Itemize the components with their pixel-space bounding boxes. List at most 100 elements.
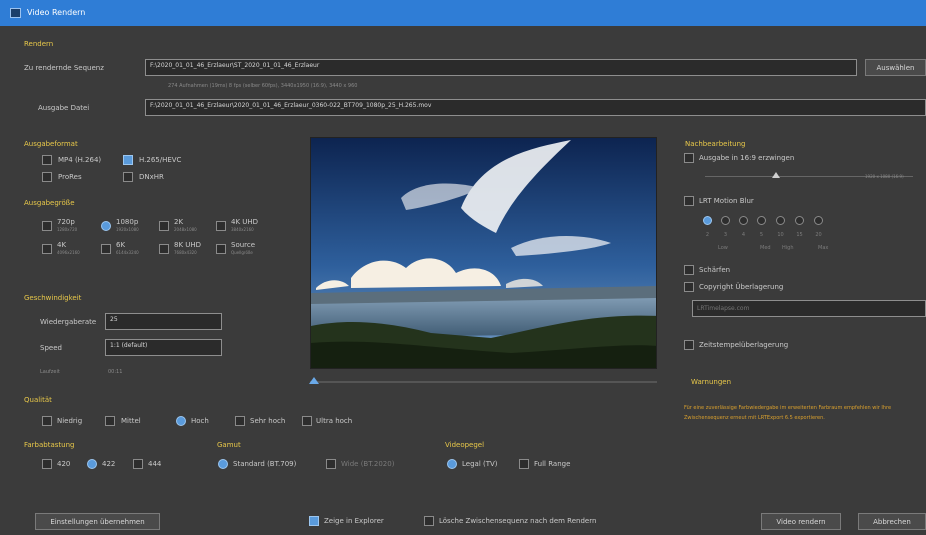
format-dnxhr-label: DNxHR: [139, 173, 164, 181]
levels-full-checkbox[interactable]: [519, 459, 529, 469]
size-4k-label: 4K: [57, 241, 67, 249]
blur-20-radio[interactable]: [814, 216, 823, 225]
size-1080p-label: 1080p: [116, 218, 139, 226]
fps-input[interactable]: 25: [105, 313, 222, 330]
cancel-button[interactable]: Abbrechen: [858, 513, 926, 530]
crop-slider-thumb[interactable]: [772, 172, 780, 178]
sequence-field[interactable]: F:\2020_01_01_46_Erzlaeur\ST_2020_01_01_…: [145, 59, 857, 76]
chroma-444-checkbox[interactable]: [133, 459, 143, 469]
blur-scale-low: Low: [718, 245, 728, 251]
gamut-standard-radio[interactable]: [218, 459, 228, 469]
quality-high-radio[interactable]: [176, 416, 186, 426]
show-explorer-label: Zeige in Explorer: [324, 517, 384, 525]
delete-intermediate-label: Lösche Zwischensequenz nach dem Rendern: [439, 517, 597, 525]
quality-very-high-label: Sehr hoch: [250, 417, 286, 425]
quality-mid-label: Mittel: [121, 417, 141, 425]
blur-scale-med: Med: [760, 245, 771, 251]
quality-low-checkbox[interactable]: [42, 416, 52, 426]
gamut-standard-label: Standard (BT.709): [233, 460, 297, 468]
size-8kuhd-checkbox[interactable]: [159, 244, 169, 254]
render-section-title: Rendern: [24, 40, 54, 48]
blur-scale-high: High: [782, 245, 794, 251]
speed-label: Speed: [40, 344, 62, 352]
size-720p-label: 720p: [57, 218, 75, 226]
blur-15-radio[interactable]: [795, 216, 804, 225]
speed-select[interactable]: 1:1 (default): [105, 339, 222, 356]
size-source-sub: Quellgröße: [231, 250, 253, 255]
motion-blur-checkbox[interactable]: [684, 196, 694, 206]
blur-step-5: 5: [759, 232, 764, 238]
timeline-track[interactable]: [310, 381, 657, 383]
size-720p-checkbox[interactable]: [42, 221, 52, 231]
blur-3-radio[interactable]: [721, 216, 730, 225]
select-sequence-button[interactable]: Auswählen: [865, 59, 926, 76]
timestamp-checkbox[interactable]: [684, 340, 694, 350]
landscape-preview: [311, 138, 656, 368]
chroma-422-label: 422: [102, 460, 116, 468]
sequence-info: 274 Aufnahmen (19ms) 8 fps (selber 60fps…: [168, 83, 358, 89]
quality-high-label: Hoch: [191, 417, 209, 425]
format-dnxhr-checkbox[interactable]: [123, 172, 133, 182]
blur-4-radio[interactable]: [739, 216, 748, 225]
duration-label: Laufzeit: [40, 369, 60, 375]
blur-10-radio[interactable]: [776, 216, 785, 225]
quality-section-title: Qualität: [24, 396, 52, 404]
render-video-button[interactable]: Video rendern: [761, 513, 841, 530]
size-4kuhd-checkbox[interactable]: [216, 221, 226, 231]
size-6k-checkbox[interactable]: [101, 244, 111, 254]
timeline-handle[interactable]: [309, 377, 319, 384]
apply-settings-button[interactable]: Einstellungen übernehmen: [35, 513, 160, 530]
format-section-title: Ausgabeformat: [24, 140, 78, 148]
format-mp4-checkbox[interactable]: [42, 155, 52, 165]
blur-5-radio[interactable]: [757, 216, 766, 225]
size-4k-checkbox[interactable]: [42, 244, 52, 254]
chroma-420-label: 420: [57, 460, 71, 468]
format-hevc-checkbox[interactable]: [123, 155, 133, 165]
show-explorer-checkbox[interactable]: [309, 516, 319, 526]
levels-legal-radio[interactable]: [447, 459, 457, 469]
blur-step-20: 20: [815, 232, 822, 238]
size-section-title: Ausgabegröße: [24, 199, 75, 207]
size-4k-sub: 4096x2160: [57, 250, 80, 255]
copyright-text-input[interactable]: [692, 300, 926, 317]
levels-legal-label: Legal (TV): [462, 460, 498, 468]
size-source-checkbox[interactable]: [216, 244, 226, 254]
copyright-checkbox[interactable]: [684, 282, 694, 292]
copyright-label: Copyright Überlagerung: [699, 283, 784, 291]
blur-step-10: 10: [777, 232, 784, 238]
crop-16-9-checkbox[interactable]: [684, 153, 694, 163]
size-6k-label: 6K: [116, 241, 126, 249]
chroma-422-radio[interactable]: [87, 459, 97, 469]
format-prores-checkbox[interactable]: [42, 172, 52, 182]
crop-16-9-label: Ausgabe in 16:9 erzwingen: [699, 154, 795, 162]
delete-intermediate-checkbox[interactable]: [424, 516, 434, 526]
size-8kuhd-sub: 7680x4320: [174, 250, 197, 255]
output-file-field[interactable]: F:\2020_01_01_46_Erzlaeur\2020_01_01_46_…: [145, 99, 926, 116]
chroma-420-checkbox[interactable]: [42, 459, 52, 469]
gamut-wide-checkbox[interactable]: [326, 459, 336, 469]
quality-very-high-checkbox[interactable]: [235, 416, 245, 426]
warnings-section-title: Warnungen: [691, 378, 732, 386]
post-section-title: Nachbearbeitung: [685, 140, 746, 148]
format-mp4-label: MP4 (H.264): [58, 156, 102, 164]
quality-ultra-checkbox[interactable]: [302, 416, 312, 426]
app-icon: [10, 8, 21, 18]
size-1080p-radio[interactable]: [101, 221, 111, 231]
size-2k-checkbox[interactable]: [159, 221, 169, 231]
size-4kuhd-label: 4K UHD: [231, 218, 259, 226]
quality-ultra-label: Ultra hoch: [316, 417, 353, 425]
blur-2-radio[interactable]: [703, 216, 712, 225]
chroma-444-label: 444: [148, 460, 162, 468]
sharpen-checkbox[interactable]: [684, 265, 694, 275]
window-title: Video Rendern: [27, 8, 86, 17]
size-6k-sub: 6144x3240: [116, 250, 139, 255]
blur-step-2: 2: [705, 232, 710, 238]
speed-section-title: Geschwindigkeit: [24, 294, 82, 302]
size-4kuhd-sub: 3840x2160: [231, 227, 254, 232]
blur-step-15: 15: [796, 232, 803, 238]
quality-mid-checkbox[interactable]: [105, 416, 115, 426]
warning-text: Für eine zuverlässige Farbwiedergabe im …: [684, 405, 892, 421]
size-source-label: Source: [231, 241, 256, 249]
crop-info: 1920 x 1080 (16:9): [865, 174, 904, 179]
size-8kuhd-label: 8K UHD: [174, 241, 202, 249]
